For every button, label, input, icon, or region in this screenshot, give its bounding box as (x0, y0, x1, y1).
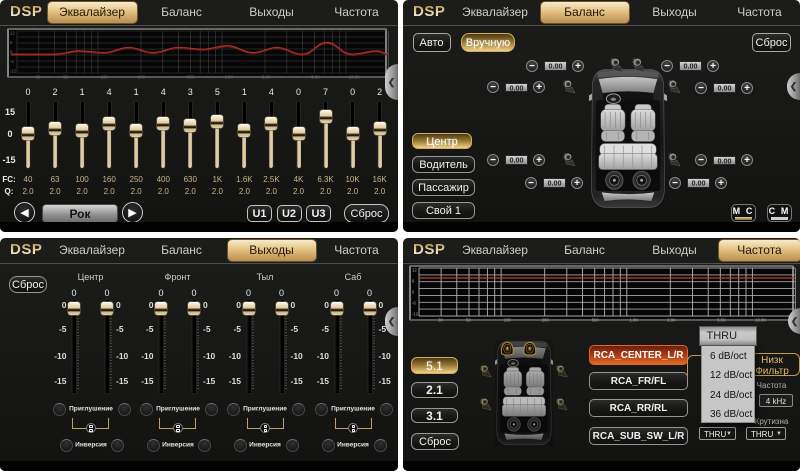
svg-text:500: 500 (592, 318, 600, 323)
svg-text:30: 30 (36, 75, 41, 80)
svg-text:12: 12 (412, 268, 417, 273)
svg-text:-6: -6 (412, 301, 416, 306)
svg-text:0: 0 (412, 290, 415, 295)
svg-text:200: 200 (542, 318, 550, 323)
svg-text:50: 50 (466, 318, 471, 323)
svg-text:2.0K: 2.0K (667, 318, 676, 323)
svg-text:-12: -12 (412, 312, 419, 317)
svg-text:12: 12 (10, 31, 15, 36)
svg-text:500: 500 (187, 75, 195, 80)
svg-text:30: 30 (438, 318, 443, 323)
svg-text:2.0K: 2.0K (262, 75, 271, 80)
svg-text:6: 6 (412, 279, 415, 284)
svg-text:-6: -6 (10, 59, 14, 64)
svg-text:-12: -12 (10, 69, 17, 74)
svg-text:10.0K: 10.0K (349, 75, 360, 80)
svg-text:1.0K: 1.0K (225, 75, 234, 80)
svg-text:100: 100 (101, 75, 109, 80)
svg-text:10.0K: 10.0K (755, 318, 766, 323)
svg-text:6: 6 (10, 40, 13, 45)
svg-text:100: 100 (504, 318, 512, 323)
svg-text:50: 50 (63, 75, 68, 80)
svg-text:200: 200 (138, 75, 146, 80)
svg-text:1.0K: 1.0K (630, 318, 639, 323)
svg-text:5.0K: 5.0K (717, 318, 726, 323)
svg-text:5.0K: 5.0K (311, 75, 320, 80)
